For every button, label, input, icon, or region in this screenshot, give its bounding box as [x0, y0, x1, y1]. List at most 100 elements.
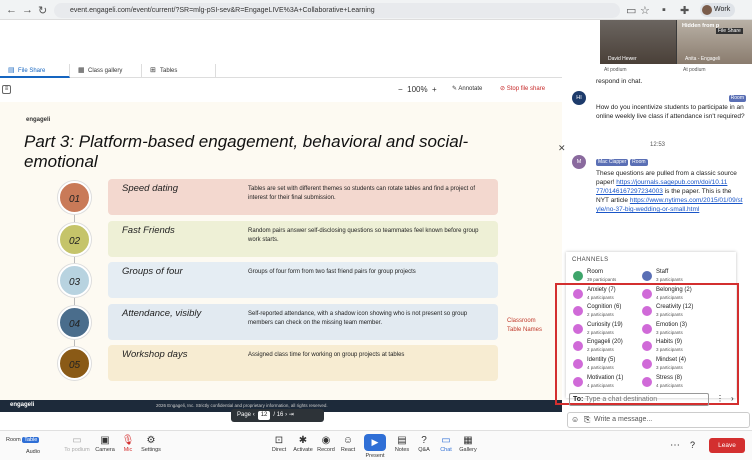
channels-heading: CHANNELS	[572, 257, 609, 263]
step-number: 02	[58, 223, 91, 256]
channel-name: Staff	[656, 269, 669, 275]
classroom-note: Classroom Table Names	[507, 318, 543, 333]
attach-icon[interactable]: ⎘	[584, 415, 590, 425]
gallery-icon: ▦	[463, 435, 473, 446]
grid-icon: ▦	[78, 67, 85, 74]
row-description: Self-reported attendance, with a shadow …	[248, 311, 468, 326]
avatar: M	[572, 155, 586, 169]
gallery-button[interactable]: ▦ Gallery	[453, 435, 483, 453]
list-icon[interactable]: ≡	[2, 85, 11, 94]
message-input[interactable]: Write a message...	[567, 412, 750, 428]
video-tile[interactable]: David Hewer	[600, 20, 676, 64]
podium-icon: ▭	[72, 435, 82, 446]
chat-message: How do you incentivize students to parti…	[596, 104, 745, 120]
back-icon[interactable]: ←	[6, 4, 17, 16]
step-number: 01	[58, 181, 91, 214]
collapse-icon[interactable]: ⇥	[289, 412, 294, 418]
extension-icon[interactable]: ▪	[662, 4, 666, 16]
page-number-input[interactable]: 12	[257, 411, 271, 420]
row-description: Groups of four form from two fast friend…	[248, 269, 416, 275]
audio-label: Audio	[25, 449, 41, 455]
gear-icon: ⚙	[146, 435, 156, 446]
present-icon[interactable]: ▶	[364, 434, 386, 451]
emoji-icon[interactable]: ☺	[571, 415, 579, 424]
more-options-icon[interactable]: ⋯	[670, 440, 680, 451]
close-icon[interactable]: ✕	[558, 143, 566, 154]
zoom-level: 100%	[407, 85, 428, 94]
leave-button[interactable]: Leave	[709, 438, 745, 453]
slide-row: Attendance, visibly Self-reported attenda…	[108, 304, 498, 340]
tab-file-share[interactable]: ▤ File Share	[0, 64, 70, 78]
file-share-badge: File Share	[716, 28, 743, 34]
zoom-in-icon[interactable]: +	[432, 85, 437, 94]
reload-icon[interactable]: ↻	[38, 4, 47, 17]
timestamp: 12:53	[650, 142, 666, 148]
page-navigator: Page ‹ 12/ 16 › ⇥	[231, 409, 324, 422]
room-table-toggle[interactable]: Room Table	[6, 437, 40, 443]
browser-bar: ← → ↻ event.engageli.com/event/current/?…	[0, 0, 752, 20]
tables-icon: ⊞	[150, 67, 156, 74]
row-description: Tables are set with different themes so …	[248, 186, 476, 201]
more-icon[interactable]: ⋮	[716, 394, 724, 403]
room-label[interactable]: Room	[6, 437, 21, 443]
address-bar[interactable]: event.engageli.com/event/current/?SR=mlg…	[54, 3, 620, 18]
footer-logo: engageli	[10, 402, 35, 408]
puzzle-icon[interactable]: ✚	[680, 4, 689, 17]
row-title: Fast Friends	[122, 225, 175, 236]
settings-button[interactable]: ⚙ Settings	[136, 435, 166, 453]
table-label[interactable]: Table	[22, 437, 40, 443]
view-tabs: ▤ File Share ▦ Class gallery ⊞ Tables	[0, 64, 562, 78]
profile-button[interactable]: Work	[700, 3, 736, 17]
row-title: Speed dating	[122, 183, 178, 194]
hidden-label: Hidden from p	[682, 23, 720, 29]
channel-icon	[642, 271, 652, 281]
slide-row: Fast Friends Random pairs answer self-dis…	[108, 221, 498, 257]
chevron-icon[interactable]: ›	[731, 394, 734, 403]
row-title: Groups of four	[122, 266, 183, 277]
react-button[interactable]: ☺ React	[333, 435, 363, 453]
bookmark-icon[interactable]: ☆	[640, 4, 650, 17]
step-number: 04	[58, 306, 91, 339]
channel-icon	[573, 271, 583, 281]
present-label: Present	[365, 453, 385, 459]
tab-tables[interactable]: ⊞ Tables	[142, 64, 216, 78]
channel-name: Room	[587, 269, 604, 275]
slide-row: Speed dating Tables are set with differen…	[108, 179, 498, 215]
zoom-out-icon[interactable]: −	[398, 85, 403, 94]
podium-status: At podium	[604, 67, 627, 73]
chat-badges: Room	[596, 93, 746, 102]
row-title: Attendance, visibly	[122, 308, 202, 319]
zoom-control[interactable]: − 100% +	[398, 85, 437, 94]
slide-row: Groups of four Groups of four form from t…	[108, 262, 498, 298]
slide-title: Part 3: Platform-based engagement, behav…	[24, 132, 469, 171]
step-number: 03	[58, 264, 91, 297]
next-page-icon[interactable]: ›	[285, 412, 287, 418]
step-number: 05	[58, 347, 91, 380]
avatar: HI	[572, 91, 586, 105]
prev-page-icon[interactable]: ‹	[253, 412, 255, 418]
channel-participants: 3 participants	[656, 277, 683, 282]
help-icon[interactable]: ?	[690, 440, 695, 450]
chat-message: These questions are pulled from a classi…	[596, 170, 743, 213]
stop-file-share-button[interactable]: ⊘ Stop file share	[500, 85, 545, 92]
chat-message-partial: respond in chat.	[596, 78, 643, 85]
podium-status: At podium	[683, 67, 706, 73]
room-badge: Room	[728, 95, 746, 102]
to-podium-button[interactable]: ▭ To podium	[62, 435, 92, 453]
slide-row: Workshop days Assigned class time for wor…	[108, 345, 498, 381]
row-description: Random pairs answer self-disclosing ques…	[248, 228, 479, 243]
chat-destination-input[interactable]: To: Type a chat destination	[569, 393, 709, 406]
chat-sender: Mac Clapper Room	[596, 159, 648, 166]
slide-logo: engageli	[26, 117, 51, 123]
row-description: Assigned class time for working on group…	[248, 352, 405, 358]
highlight-box	[555, 283, 739, 405]
channel-participants: 39 participants	[587, 277, 617, 282]
avatar	[702, 5, 712, 15]
annotate-button[interactable]: ✎ Annotate	[452, 85, 482, 92]
cast-icon[interactable]: ▭	[626, 4, 636, 17]
smile-icon: ☺	[342, 435, 354, 446]
forward-icon[interactable]: →	[22, 4, 33, 16]
tab-class-gallery[interactable]: ▦ Class gallery	[70, 64, 142, 78]
file-icon: ▤	[8, 67, 15, 74]
row-title: Workshop days	[122, 349, 188, 360]
